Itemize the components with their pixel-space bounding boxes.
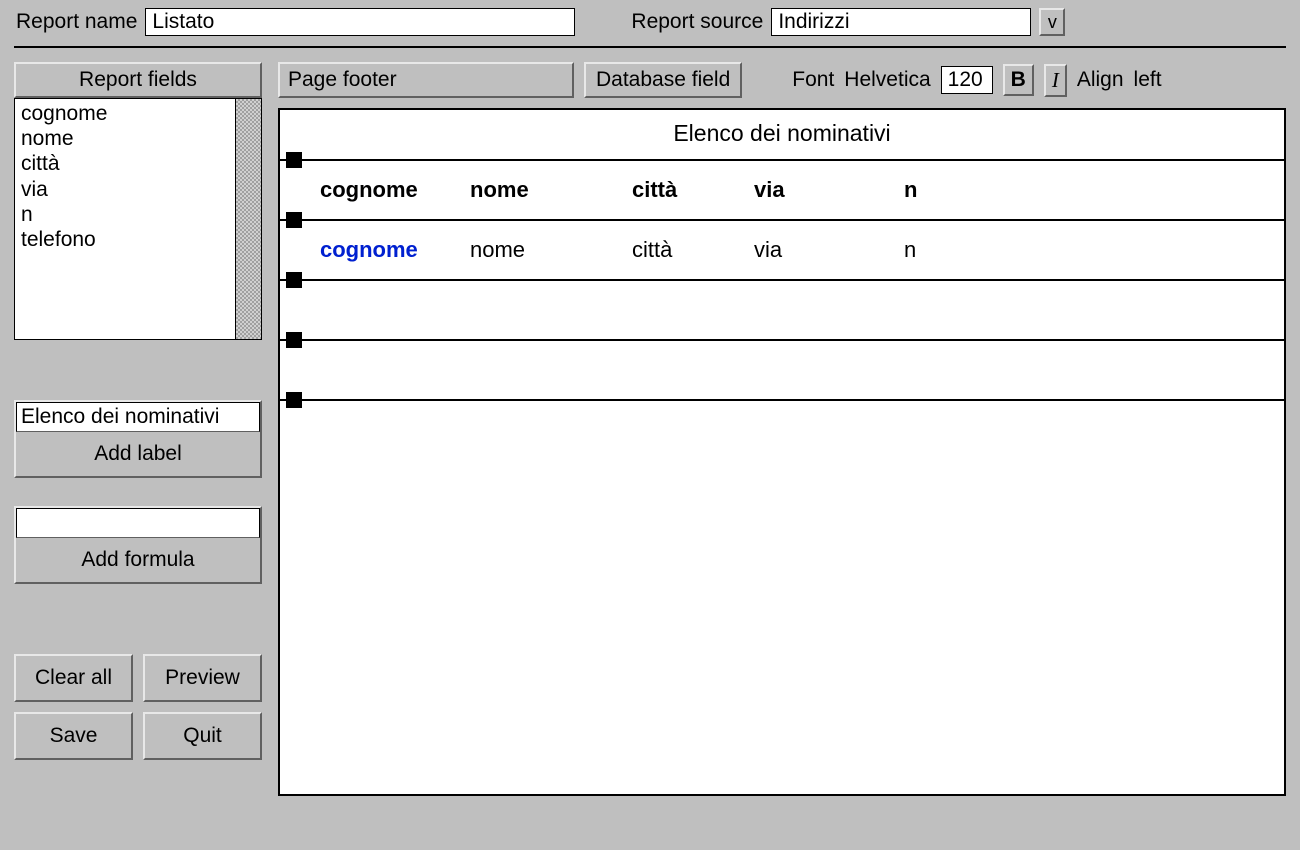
font-size-input[interactable] [941,66,993,94]
data-column[interactable]: cognome [320,237,470,263]
section-handle[interactable] [286,332,302,348]
data-column[interactable]: via [754,237,904,263]
header-column[interactable]: cognome [320,177,470,203]
report-source-input[interactable] [771,8,1031,36]
fields-scrollbar[interactable] [235,99,261,339]
header-column[interactable]: nome [470,177,632,203]
report-title[interactable]: Elenco dei nominativi [280,110,1284,159]
data-column[interactable]: città [632,237,754,263]
report-source-label: Report source [631,10,763,34]
section-handle[interactable] [286,152,302,168]
field-item[interactable]: nome [21,126,229,151]
field-item[interactable]: via [21,177,229,202]
canvas-empty-section-1[interactable] [280,279,1284,339]
section-handle[interactable] [286,272,302,288]
report-name-input[interactable] [145,8,575,36]
field-item[interactable]: telefono [21,227,229,252]
report-fields-header: Report fields [14,62,262,98]
report-source-dropdown-button[interactable]: v [1039,8,1065,36]
italic-button[interactable]: I [1044,64,1067,97]
formula-text-input[interactable] [16,508,260,538]
canvas-header-row[interactable]: cognomenomecittàvian [280,159,1284,219]
section-selector[interactable]: Page footer [278,62,574,98]
data-column[interactable]: nome [470,237,632,263]
field-item[interactable]: n [21,202,229,227]
section-handle[interactable] [286,212,302,228]
preview-button[interactable]: Preview [143,654,262,702]
field-type-selector[interactable]: Database field [584,62,742,98]
canvas-data-row[interactable]: cognomenomecittàvian [280,219,1284,279]
align-label: Align [1077,68,1124,92]
quit-button[interactable]: Quit [143,712,262,760]
canvas-bottom-divider[interactable] [280,399,1284,407]
field-item[interactable]: cognome [21,101,229,126]
add-formula-button[interactable]: Add formula [16,538,260,582]
align-value[interactable]: left [1134,68,1162,92]
font-label: Font [792,68,834,92]
save-button[interactable]: Save [14,712,133,760]
section-handle[interactable] [286,392,302,408]
header-column[interactable]: via [754,177,904,203]
sidebar: Report fields cognomenomecittàviantelefo… [14,62,262,760]
add-label-button[interactable]: Add label [16,432,260,476]
bold-button[interactable]: B [1003,64,1034,96]
report-fields-listbox[interactable]: cognomenomecittàviantelefono [14,98,262,340]
font-value[interactable]: Helvetica [844,68,930,92]
report-canvas[interactable]: Elenco dei nominativi cognomenomecittàvi… [278,108,1286,796]
field-item[interactable]: città [21,151,229,176]
header-column[interactable]: città [632,177,754,203]
toolbar: Page footer Database field Font Helvetic… [278,62,1286,108]
header-column[interactable]: n [904,177,1004,203]
report-name-label: Report name [16,10,137,34]
data-column[interactable]: n [904,237,1004,263]
label-text-input[interactable] [16,402,260,432]
clear-all-button[interactable]: Clear all [14,654,133,702]
header-bar: Report name Report source v [0,0,1300,46]
canvas-empty-section-2[interactable] [280,339,1284,399]
